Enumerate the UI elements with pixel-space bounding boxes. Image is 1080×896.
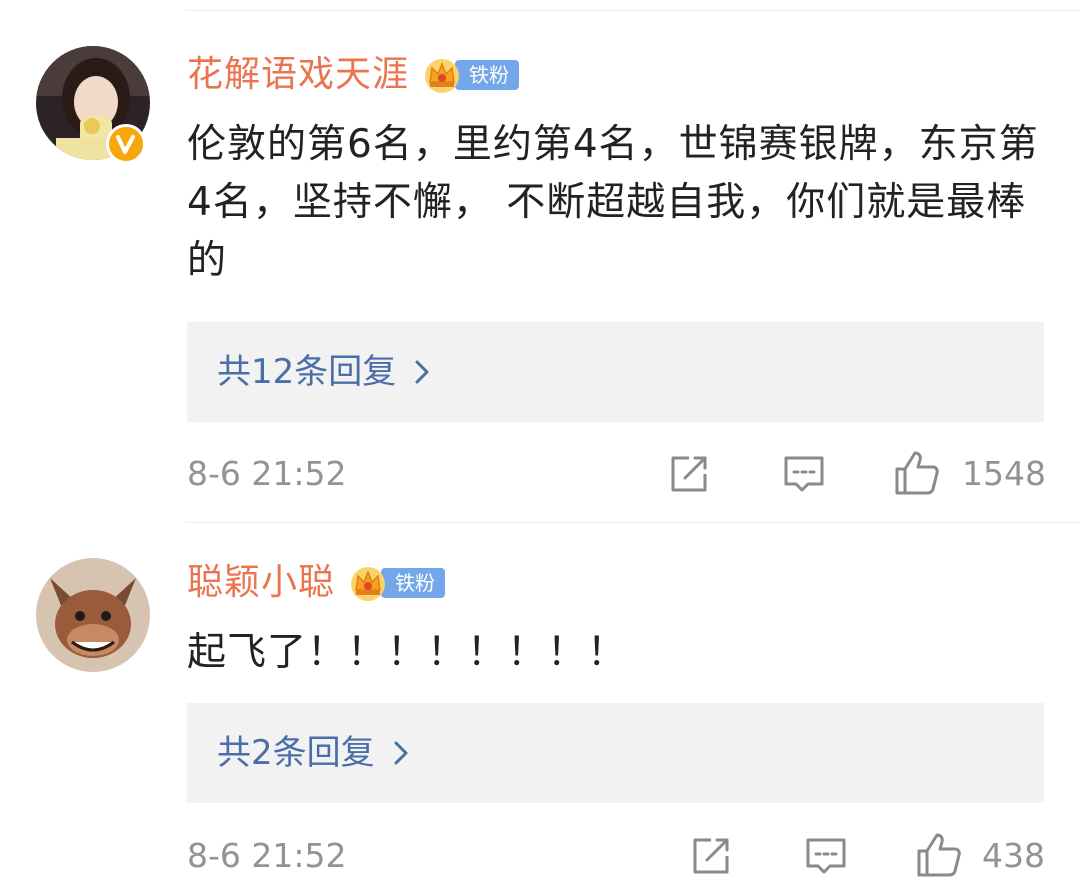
share-icon[interactable] [667,452,711,496]
comment-footer: 8-6 21:52 1548 [187,444,1046,504]
share-icon[interactable] [689,834,733,878]
like-count: 438 [982,836,1045,875]
comment-feed: 花解语戏天涯 铁粉 伦敦的第6名，里约第4名，世锦赛银牌，东京第4名，坚持不懈，… [0,0,1080,896]
fan-badge[interactable]: 铁粉 [421,55,520,95]
fan-badge-label: 铁粉 [381,568,446,598]
timestamp: 8-6 21:52 [187,836,347,875]
replies-box: 共2条回复 [187,703,1044,803]
divider [186,10,1080,11]
divider [186,522,1080,523]
chevron-right-icon [394,741,408,765]
comment-text: 伦敦的第6名，里约第4名，世锦赛银牌，东京第4名，坚持不懈， 不断超越自我，你们… [187,122,1039,283]
fan-badge[interactable]: 铁粉 [347,563,446,603]
timestamp: 8-6 21:52 [187,454,347,493]
avatar[interactable] [36,558,150,672]
crown-icon [351,567,386,601]
like-icon[interactable] [915,831,963,879]
chevron-right-icon [415,360,429,384]
name-row: 花解语戏天涯 铁粉 [187,50,520,100]
like-icon[interactable] [893,449,941,497]
replies-label: 共2条回复 [217,733,375,773]
like-count: 1548 [962,454,1046,493]
comment-footer: 8-6 21:52 438 [187,826,1045,886]
view-replies-link[interactable]: 共12条回复 [217,322,430,422]
comment-text: 起飞了！！！！！！！！ [187,630,628,675]
username[interactable]: 聪颖小聪 [187,558,335,608]
comment-icon[interactable] [782,452,826,496]
fan-badge-label: 铁粉 [455,60,520,90]
verified-v-icon [106,124,146,164]
replies-label: 共12条回复 [217,352,397,392]
name-row: 聪颖小聪 铁粉 [187,558,446,608]
replies-box: 共12条回复 [187,322,1044,422]
view-replies-link[interactable]: 共2条回复 [217,703,409,803]
comment-icon[interactable] [804,834,848,878]
username[interactable]: 花解语戏天涯 [187,50,409,100]
crown-icon [425,59,460,93]
